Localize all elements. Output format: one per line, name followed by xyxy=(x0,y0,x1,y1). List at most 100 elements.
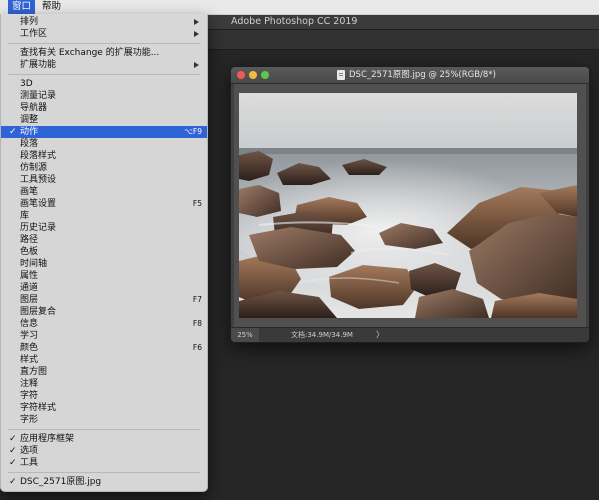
menu-item[interactable]: 色板 xyxy=(1,246,207,258)
menu-item-shortcut: F5 xyxy=(192,199,202,208)
zoom-level[interactable]: 25% xyxy=(231,328,259,342)
menu-item[interactable]: 属性 xyxy=(1,270,207,282)
menu-separator xyxy=(8,472,200,473)
window-menu-dropdown: 排列 工作区查找有关 Exchange 的扩展功能... 扩展功能 3D 测量记录 导航器… xyxy=(0,14,208,492)
document-status-bar: 25% 文档:34.9M/34.9M 〉 xyxy=(231,327,589,342)
menu-item-label: 查找有关 Exchange 的扩展功能... xyxy=(20,48,160,58)
document-info: 文档:34.9M/34.9M xyxy=(291,331,353,339)
app-title: Adobe Photoshop CC 2019 xyxy=(231,16,358,27)
menu-item[interactable]: ✓ 应用程序框架 xyxy=(1,433,207,445)
menu-item-label: 信息 xyxy=(20,319,39,329)
menu-item-label: 动作 xyxy=(20,127,39,137)
menu-item[interactable]: 画笔设置 F5 xyxy=(1,198,207,210)
menu-item[interactable]: 信息 F8 xyxy=(1,318,207,330)
document-canvas[interactable] xyxy=(234,84,586,327)
menu-item[interactable]: ✓ DSC_2571原图.jpg xyxy=(1,476,207,488)
menu-item[interactable]: 直方图 xyxy=(1,366,207,378)
menu-item[interactable]: 查找有关 Exchange 的扩展功能... xyxy=(1,47,207,59)
menu-item[interactable]: 库 xyxy=(1,210,207,222)
menu-item[interactable]: 图层复合 xyxy=(1,306,207,318)
menu-item[interactable]: 导航器 xyxy=(1,102,207,114)
menu-item[interactable]: 字符样式 xyxy=(1,402,207,414)
menu-item[interactable]: 画笔 xyxy=(1,186,207,198)
submenu-arrow-icon xyxy=(194,62,199,68)
menu-item[interactable]: 工作区 xyxy=(1,28,207,40)
menu-item[interactable]: 学习 xyxy=(1,330,207,342)
menu-item[interactable]: 调整 xyxy=(1,114,207,126)
menu-item[interactable]: 注释 xyxy=(1,378,207,390)
menu-item-label: 3D xyxy=(20,79,33,89)
menu-item[interactable]: 排列 xyxy=(1,16,207,28)
menu-item-label: 扩展功能 xyxy=(20,60,57,70)
menu-item[interactable]: 样式 xyxy=(1,354,207,366)
menu-item-label: 应用程序框架 xyxy=(20,434,75,444)
menu-item-label: 历史记录 xyxy=(20,223,57,233)
menu-item-label: 段落 xyxy=(20,139,39,149)
menu-item[interactable]: 颜色 F6 xyxy=(1,342,207,354)
checkmark-icon: ✓ xyxy=(9,434,17,444)
menu-item[interactable]: 工具预设 xyxy=(1,174,207,186)
menu-item[interactable]: 段落样式 xyxy=(1,150,207,162)
menubar: 窗口 帮助 xyxy=(0,0,599,15)
menu-item-label: 学习 xyxy=(20,331,39,341)
menu-item-label: 字形 xyxy=(20,415,39,425)
menu-item-label: 工具预设 xyxy=(20,175,57,185)
menu-item-label: 路径 xyxy=(20,235,39,245)
menu-item[interactable]: 3D xyxy=(1,78,207,90)
menu-item-label: 画笔设置 xyxy=(20,199,57,209)
menu-item-label: DSC_2571原图.jpg xyxy=(20,477,102,487)
document-titlebar[interactable]: DSC_2571原图.jpg @ 25%(RGB/8*) xyxy=(231,67,589,84)
menu-item-label: 样式 xyxy=(20,355,39,365)
menubar-item-help[interactable]: 帮助 xyxy=(38,0,65,14)
close-window-button[interactable] xyxy=(237,71,245,79)
document-title: DSC_2571原图.jpg @ 25%(RGB/8*) xyxy=(349,70,496,80)
menu-item-label: 属性 xyxy=(20,271,39,281)
menu-item[interactable]: 历史记录 xyxy=(1,222,207,234)
menu-item[interactable]: 通道 xyxy=(1,282,207,294)
menu-item[interactable]: 段落 xyxy=(1,138,207,150)
menu-item-label: 字符 xyxy=(20,391,39,401)
maximize-window-button[interactable] xyxy=(261,71,269,79)
checkmark-icon: ✓ xyxy=(9,446,17,456)
menubar-item-window[interactable]: 窗口 xyxy=(8,0,36,14)
menu-item-label: 排列 xyxy=(20,17,39,27)
menu-item[interactable]: 字形 xyxy=(1,414,207,426)
menu-item[interactable]: 仿制源 xyxy=(1,162,207,174)
menu-item-label: 直方图 xyxy=(20,367,48,377)
menu-item-label: 导航器 xyxy=(20,103,48,113)
menu-item-label: 工具 xyxy=(20,458,39,468)
menu-item-shortcut: F6 xyxy=(192,343,202,352)
file-icon xyxy=(337,70,345,80)
checkmark-icon: ✓ xyxy=(9,127,17,137)
menu-item-label: 通道 xyxy=(20,283,39,293)
menu-item[interactable]: ✓ 选项 xyxy=(1,445,207,457)
menu-item-label: 库 xyxy=(20,211,30,221)
menu-item-label: 注释 xyxy=(20,379,39,389)
document-window[interactable]: DSC_2571原图.jpg @ 25%(RGB/8*) 25% 文档:34.9… xyxy=(230,66,590,343)
submenu-arrow-icon xyxy=(194,31,199,37)
menu-item-shortcut: F8 xyxy=(192,319,202,328)
menu-item-label: 段落样式 xyxy=(20,151,57,161)
menu-separator xyxy=(8,429,200,430)
menu-item[interactable]: 扩展功能 xyxy=(1,59,207,71)
menu-item[interactable]: 时间轴 xyxy=(1,258,207,270)
menu-separator xyxy=(8,74,200,75)
minimize-window-button[interactable] xyxy=(249,71,257,79)
menu-item[interactable]: 字符 xyxy=(1,390,207,402)
menu-item-label: 颜色 xyxy=(20,343,39,353)
menu-item-shortcut: F7 xyxy=(192,295,202,304)
checkmark-icon: ✓ xyxy=(9,477,17,487)
menu-item[interactable]: ✓ 工具 xyxy=(1,457,207,469)
photo-image xyxy=(239,93,577,318)
menu-item[interactable]: 图层 F7 xyxy=(1,294,207,306)
info-menu-arrow[interactable]: 〉 xyxy=(376,328,384,342)
menu-item-label: 调整 xyxy=(20,115,39,125)
menu-item[interactable]: 测量记录 xyxy=(1,90,207,102)
menu-item-shortcut: ⌥F9 xyxy=(184,127,202,136)
checkmark-icon: ✓ xyxy=(9,458,17,468)
menu-item[interactable]: ✓ 动作 ⌥F9 xyxy=(1,126,207,138)
menu-item-label: 时间轴 xyxy=(20,259,48,269)
menu-separator xyxy=(8,43,200,44)
menu-item[interactable]: 路径 xyxy=(1,234,207,246)
menu-item-label: 图层 xyxy=(20,295,39,305)
